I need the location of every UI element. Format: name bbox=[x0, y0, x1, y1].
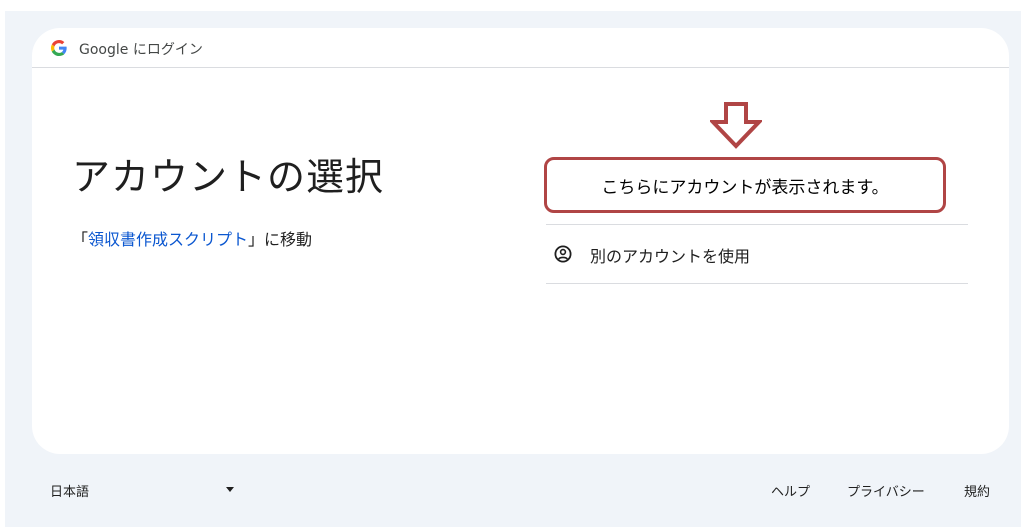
google-g-icon bbox=[51, 40, 67, 56]
annotation-callout: こちらにアカウントが表示されます。 bbox=[544, 157, 946, 213]
account-list-divider-bottom bbox=[546, 283, 968, 284]
header-title: Google にログイン bbox=[79, 42, 203, 58]
subtitle-suffix: 」に移動 bbox=[248, 230, 313, 249]
terms-link[interactable]: 規約 bbox=[964, 481, 990, 500]
use-another-account-button[interactable]: 別のアカウントを使用 bbox=[546, 225, 968, 283]
footer: 日本語 ヘルプ プライバシー 規約 bbox=[0, 472, 1024, 508]
subtitle-prefix: 「 bbox=[72, 230, 89, 249]
account-circle-icon bbox=[554, 245, 572, 263]
down-arrow-icon bbox=[710, 102, 762, 149]
page-title: アカウントの選択 bbox=[72, 155, 385, 199]
privacy-link[interactable]: プライバシー bbox=[847, 481, 925, 500]
caret-down-icon bbox=[226, 487, 234, 492]
help-link[interactable]: ヘルプ bbox=[771, 481, 810, 500]
sign-in-card: Google にログイン アカウントの選択 「領収書作成スクリプト」に移動 こち… bbox=[32, 28, 1009, 454]
use-another-account-label: 別のアカウントを使用 bbox=[590, 247, 751, 266]
language-selector[interactable]: 日本語 bbox=[50, 480, 240, 500]
app-name-link[interactable]: 領収書作成スクリプト bbox=[88, 230, 248, 249]
continue-to-text: 「領収書作成スクリプト」に移動 bbox=[72, 226, 312, 250]
card-header: Google にログイン bbox=[32, 28, 1009, 68]
language-label: 日本語 bbox=[50, 485, 90, 500]
